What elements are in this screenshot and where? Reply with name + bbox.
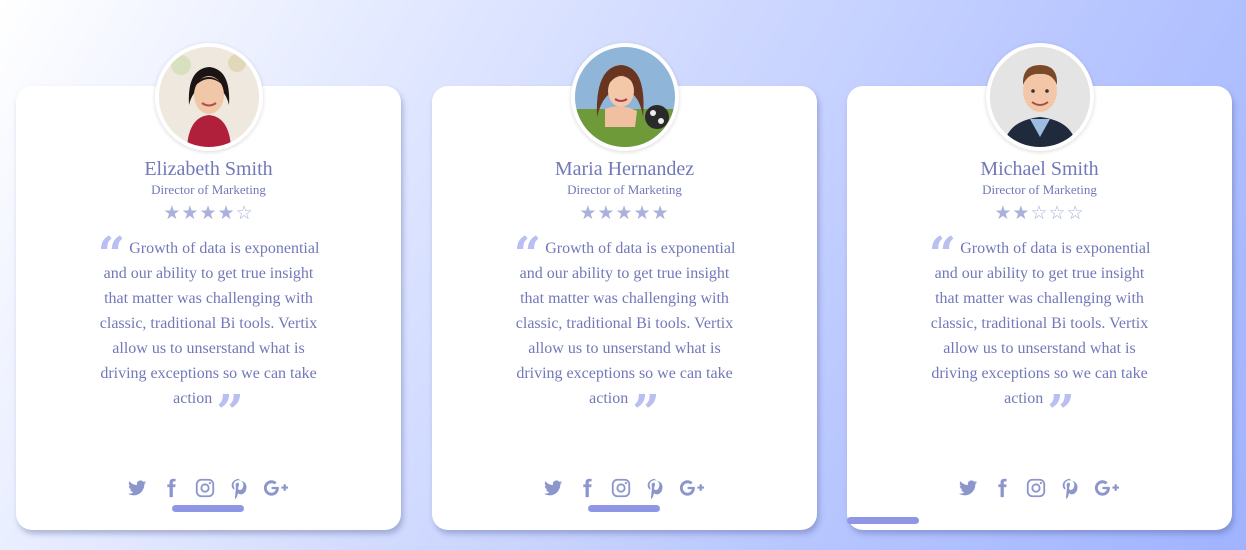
star-empty-icon: ☆ xyxy=(1066,203,1085,224)
quote-open-icon: “ xyxy=(928,227,957,283)
quote-close-icon: ” xyxy=(632,385,660,441)
facebook-icon[interactable] xyxy=(991,477,1013,499)
twitter-icon[interactable] xyxy=(126,477,148,499)
avatar-photo xyxy=(989,47,1090,147)
person-role: Director of Marketing xyxy=(151,182,266,197)
instagram-icon[interactable] xyxy=(610,477,632,499)
testimonial-card: Elizabeth Smith Director of Marketing ★★… xyxy=(16,43,401,530)
active-indicator-bar xyxy=(172,505,244,512)
star-filled-icon: ★ xyxy=(633,203,652,224)
quote-open-icon: “ xyxy=(513,227,542,283)
star-empty-icon: ☆ xyxy=(235,203,254,224)
facebook-icon[interactable] xyxy=(576,477,598,499)
quote-close-icon: ” xyxy=(1047,385,1075,441)
star-filled-icon: ★ xyxy=(1012,203,1031,224)
star-filled-icon: ★ xyxy=(199,203,218,224)
social-links xyxy=(16,477,401,499)
person-name: Michael Smith xyxy=(980,158,1099,180)
pinterest-icon[interactable] xyxy=(228,477,250,499)
star-rating: ★★★★☆ xyxy=(16,202,401,225)
testimonial-quote: “Growth of data is exponential and our a… xyxy=(927,231,1152,437)
star-rating: ★★☆☆☆ xyxy=(847,202,1232,225)
person-name: Elizabeth Smith xyxy=(144,158,273,180)
social-links xyxy=(847,477,1232,499)
quote-text: Growth of data is exponential and our ab… xyxy=(930,240,1151,407)
twitter-icon[interactable] xyxy=(957,477,979,499)
star-filled-icon: ★ xyxy=(163,203,182,224)
instagram-icon[interactable] xyxy=(1025,477,1047,499)
person-name: Maria Hernandez xyxy=(554,158,695,180)
person-role: Director of Marketing xyxy=(567,182,682,197)
star-filled-icon: ★ xyxy=(217,203,236,224)
star-filled-icon: ★ xyxy=(615,203,634,224)
star-filled-icon: ★ xyxy=(579,203,598,224)
facebook-icon[interactable] xyxy=(160,477,182,499)
avatar-photo xyxy=(158,47,259,147)
avatar xyxy=(154,43,263,151)
active-indicator-bar xyxy=(588,505,660,512)
avatar xyxy=(985,43,1094,151)
quote-open-icon: “ xyxy=(97,227,126,283)
star-filled-icon: ★ xyxy=(597,203,616,224)
quote-text: Growth of data is exponential and our ab… xyxy=(99,240,320,407)
instagram-icon[interactable] xyxy=(194,477,216,499)
quote-text: Growth of data is exponential and our ab… xyxy=(515,240,736,407)
person-role: Director of Marketing xyxy=(982,182,1097,197)
testimonial-card: Maria Hernandez Director of Marketing ★★… xyxy=(432,43,817,530)
star-rating: ★★★★★ xyxy=(432,202,817,225)
google-plus-icon[interactable] xyxy=(678,477,708,499)
star-filled-icon: ★ xyxy=(181,203,200,224)
testimonial-quote: “Growth of data is exponential and our a… xyxy=(96,231,321,437)
twitter-icon[interactable] xyxy=(542,477,564,499)
google-plus-icon[interactable] xyxy=(262,477,292,499)
testimonial-card: Michael Smith Director of Marketing ★★☆☆… xyxy=(847,43,1232,530)
testimonial-quote: “Growth of data is exponential and our a… xyxy=(512,231,737,437)
star-filled-icon: ★ xyxy=(651,203,670,224)
social-links xyxy=(432,477,817,499)
google-plus-icon[interactable] xyxy=(1093,477,1123,499)
avatar xyxy=(570,43,679,151)
pinterest-icon[interactable] xyxy=(644,477,666,499)
star-empty-icon: ☆ xyxy=(1048,203,1067,224)
star-empty-icon: ☆ xyxy=(1030,203,1049,224)
quote-close-icon: ” xyxy=(216,385,244,441)
pinterest-icon[interactable] xyxy=(1059,477,1081,499)
avatar-photo xyxy=(574,47,675,147)
active-indicator-bar xyxy=(847,517,919,524)
star-filled-icon: ★ xyxy=(994,203,1013,224)
